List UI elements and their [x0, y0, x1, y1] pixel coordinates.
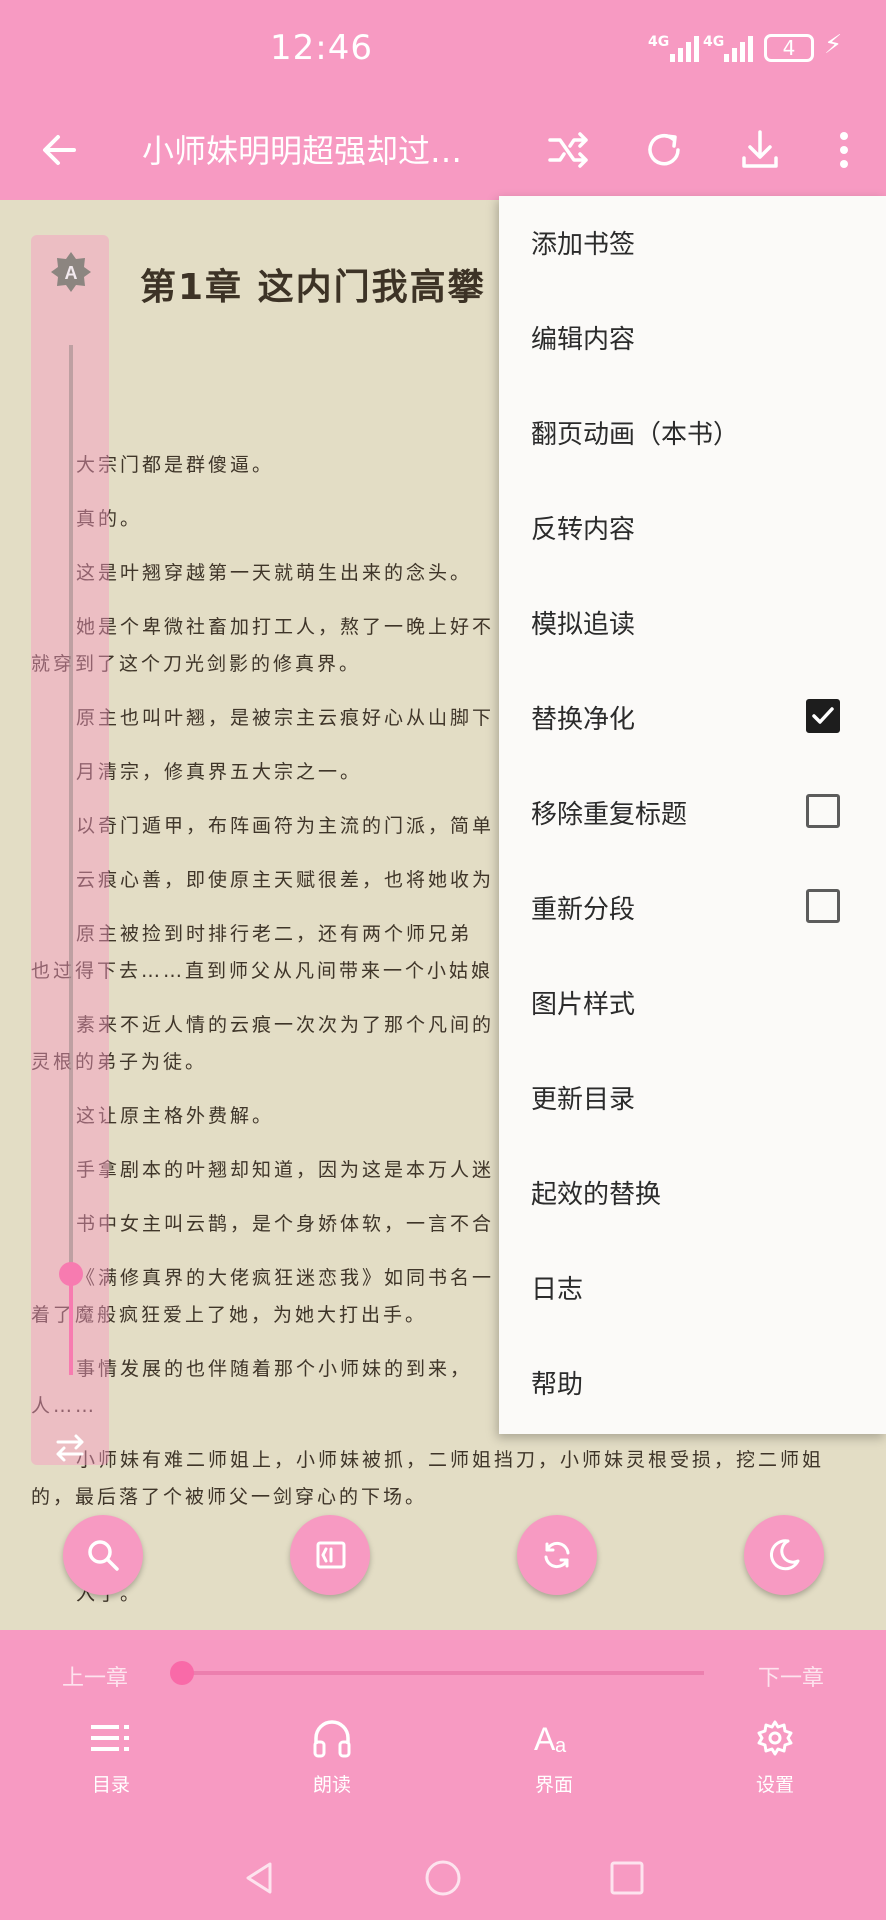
system-nav-bar	[0, 1840, 886, 1920]
system-recents-icon[interactable]	[607, 1858, 647, 1898]
font-icon: A a	[534, 1721, 567, 1757]
top-toolbar: 小师妹明明超强却过…	[0, 100, 886, 200]
menu-item-simulate-reading[interactable]: 模拟追读	[499, 576, 886, 671]
brightness-slider-thumb[interactable]	[59, 1262, 83, 1286]
menu-item-reverse-content[interactable]: 反转内容	[499, 481, 886, 576]
menu-item-label: 日志	[531, 1275, 584, 1305]
signal-icon-2	[722, 34, 762, 62]
nav-read-aloud-label: 朗读	[312, 1774, 351, 1796]
nav-settings-label: 设置	[755, 1774, 794, 1796]
signal-label-1: 4G	[648, 34, 670, 50]
toc-icon	[91, 1725, 129, 1751]
menu-item-label: 移除重复标题	[531, 800, 688, 830]
signal-icon-1	[668, 34, 708, 62]
menu-item-effective-replace[interactable]: 起效的替换	[499, 1146, 886, 1241]
battery-icon: 4	[764, 34, 814, 62]
re-paragraph-checkbox[interactable]	[806, 889, 840, 923]
paragraph: 的，最后落了个被师父一剑穿心的下场。	[31, 1486, 428, 1508]
nav-toc-label: 目录	[91, 1774, 130, 1796]
chapter-progress-slider[interactable]	[182, 1671, 704, 1675]
status-bar: 12:46 4G 4G 4 ⚡	[0, 0, 886, 100]
remove-duplicate-title-checkbox[interactable]	[806, 794, 840, 828]
menu-item-label: 重新分段	[531, 895, 636, 925]
refresh-icon[interactable]	[636, 122, 692, 178]
menu-item-help[interactable]: 帮助	[499, 1336, 886, 1431]
menu-item-add-bookmark[interactable]: 添加书签	[499, 196, 886, 291]
auto-page-icon	[316, 1541, 346, 1569]
replace-purify-checkbox[interactable]	[806, 699, 840, 733]
menu-item-label: 帮助	[531, 1370, 584, 1400]
chapter-progress-thumb[interactable]	[170, 1661, 194, 1685]
paragraph: 这是叶翘穿越第一天就萌生出来的念头。	[76, 562, 473, 584]
menu-item-remove-duplicate-title[interactable]: 移除重复标题	[499, 766, 886, 861]
search-button[interactable]	[63, 1515, 143, 1595]
menu-item-label: 起效的替换	[531, 1180, 662, 1210]
paragraph: 手拿剧本的叶翘却知道，因为这是本万人迷	[76, 1159, 495, 1181]
paragraph: 月清宗，修真界五大宗之一。	[76, 761, 363, 783]
menu-item-label: 模拟追读	[531, 610, 636, 640]
charging-icon: ⚡	[824, 30, 843, 60]
overflow-menu: 添加书签 编辑内容 翻页动画（本书） 反转内容 模拟追读 替换净化 移除重复标题…	[499, 196, 886, 1434]
replace-rule-button[interactable]	[517, 1515, 597, 1595]
paragraph: 原主也叫叶翘，是被宗主云痕好心从山脚下	[76, 707, 495, 729]
more-vertical-icon[interactable]	[816, 122, 872, 178]
menu-item-replace-purify[interactable]: 替换净化	[499, 671, 886, 766]
paragraph: 素来不近人情的云痕一次次为了那个凡间的	[76, 1014, 495, 1036]
menu-item-label: 反转内容	[531, 515, 636, 545]
nav-settings[interactable]: 设置	[715, 1718, 835, 1797]
next-chapter-button[interactable]: 下一章	[758, 1660, 824, 1692]
menu-item-edit-content[interactable]: 编辑内容	[499, 291, 886, 386]
paragraph: 《满修真界的大佬疯狂迷恋我》如同书名一	[76, 1267, 495, 1289]
paragraph: 以奇门遁甲，布阵画符为主流的门派，简单	[76, 815, 495, 837]
system-back-icon[interactable]	[240, 1858, 280, 1898]
menu-item-image-style[interactable]: 图片样式	[499, 956, 886, 1051]
svg-text:A: A	[534, 1721, 556, 1757]
paragraph: 云痕心善，即使原主天赋很差，也将她收为	[76, 869, 495, 891]
menu-item-re-paragraph[interactable]: 重新分段	[499, 861, 886, 956]
nav-toc[interactable]: 目录	[51, 1718, 171, 1797]
menu-item-label: 编辑内容	[531, 325, 636, 355]
check-icon	[812, 707, 834, 724]
paragraph: 她是个卑微社畜加打工人，熬了一晚上好不	[76, 616, 495, 638]
back-arrow-icon[interactable]	[34, 122, 90, 178]
menu-item-label: 翻页动画（本书）	[531, 420, 740, 450]
menu-item-label: 替换净化	[531, 705, 636, 735]
menu-item-page-animation[interactable]: 翻页动画（本书）	[499, 386, 886, 481]
paragraph: 小师妹有难二师姐上，小师妹被抓，二师姐挡刀，小师妹灵根受损，挖二师姐	[76, 1449, 825, 1471]
book-title[interactable]: 小师妹明明超强却过…	[142, 126, 482, 172]
gear-icon	[757, 1720, 793, 1756]
replace-rule-icon	[544, 1541, 570, 1569]
paragraph: 书中女主叫云鹊，是个身娇体软，一言不合	[76, 1213, 495, 1235]
moon-icon	[769, 1539, 800, 1571]
night-mode-button[interactable]	[744, 1515, 824, 1595]
menu-item-label: 图片样式	[531, 990, 636, 1020]
menu-item-update-toc[interactable]: 更新目录	[499, 1051, 886, 1146]
headphones-icon	[313, 1720, 351, 1758]
nav-interface[interactable]: A a 界面	[494, 1718, 614, 1797]
prev-chapter-button[interactable]: 上一章	[62, 1660, 128, 1692]
system-home-icon[interactable]	[423, 1858, 463, 1898]
swap-side-icon[interactable]	[50, 1428, 90, 1468]
shuffle-source-icon[interactable]	[540, 122, 596, 178]
nav-interface-label: 界面	[534, 1774, 573, 1796]
menu-item-label: 更新目录	[531, 1085, 636, 1115]
status-time: 12:46	[270, 28, 373, 68]
search-icon	[88, 1540, 119, 1571]
svg-text:a: a	[555, 1735, 567, 1757]
download-icon[interactable]	[732, 122, 788, 178]
auto-brightness-icon[interactable]: A	[49, 250, 93, 294]
paragraph: 事情发展的也伴随着那个小师妹的到来，	[76, 1358, 473, 1380]
paragraph: 原主被捡到时排行老二，还有两个师兄弟	[76, 923, 473, 945]
brightness-slider[interactable]	[69, 345, 73, 1375]
menu-item-label: 添加书签	[531, 230, 636, 260]
nav-read-aloud[interactable]: 朗读	[272, 1718, 392, 1797]
menu-item-log[interactable]: 日志	[499, 1241, 886, 1336]
auto-brightness-label: A	[65, 263, 78, 283]
auto-page-button[interactable]	[290, 1515, 370, 1595]
chapter-title: 第1章 这内门我高攀	[140, 267, 486, 308]
